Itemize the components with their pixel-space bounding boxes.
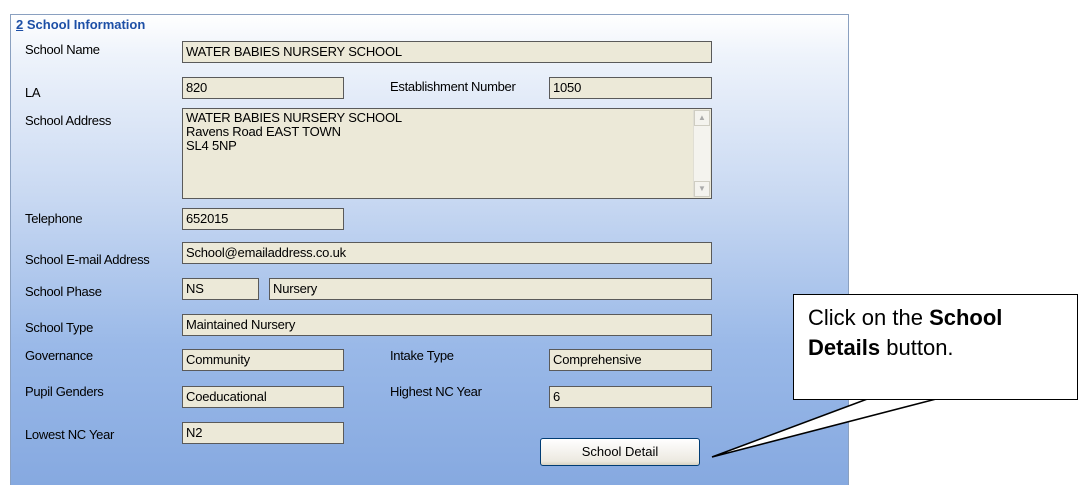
callout-text-post: button.: [880, 335, 954, 360]
callout-text-pre: Click on the: [808, 305, 930, 330]
callout-pointer: [711, 397, 941, 458]
instruction-callout: Click on the School Details button.: [793, 294, 1078, 400]
